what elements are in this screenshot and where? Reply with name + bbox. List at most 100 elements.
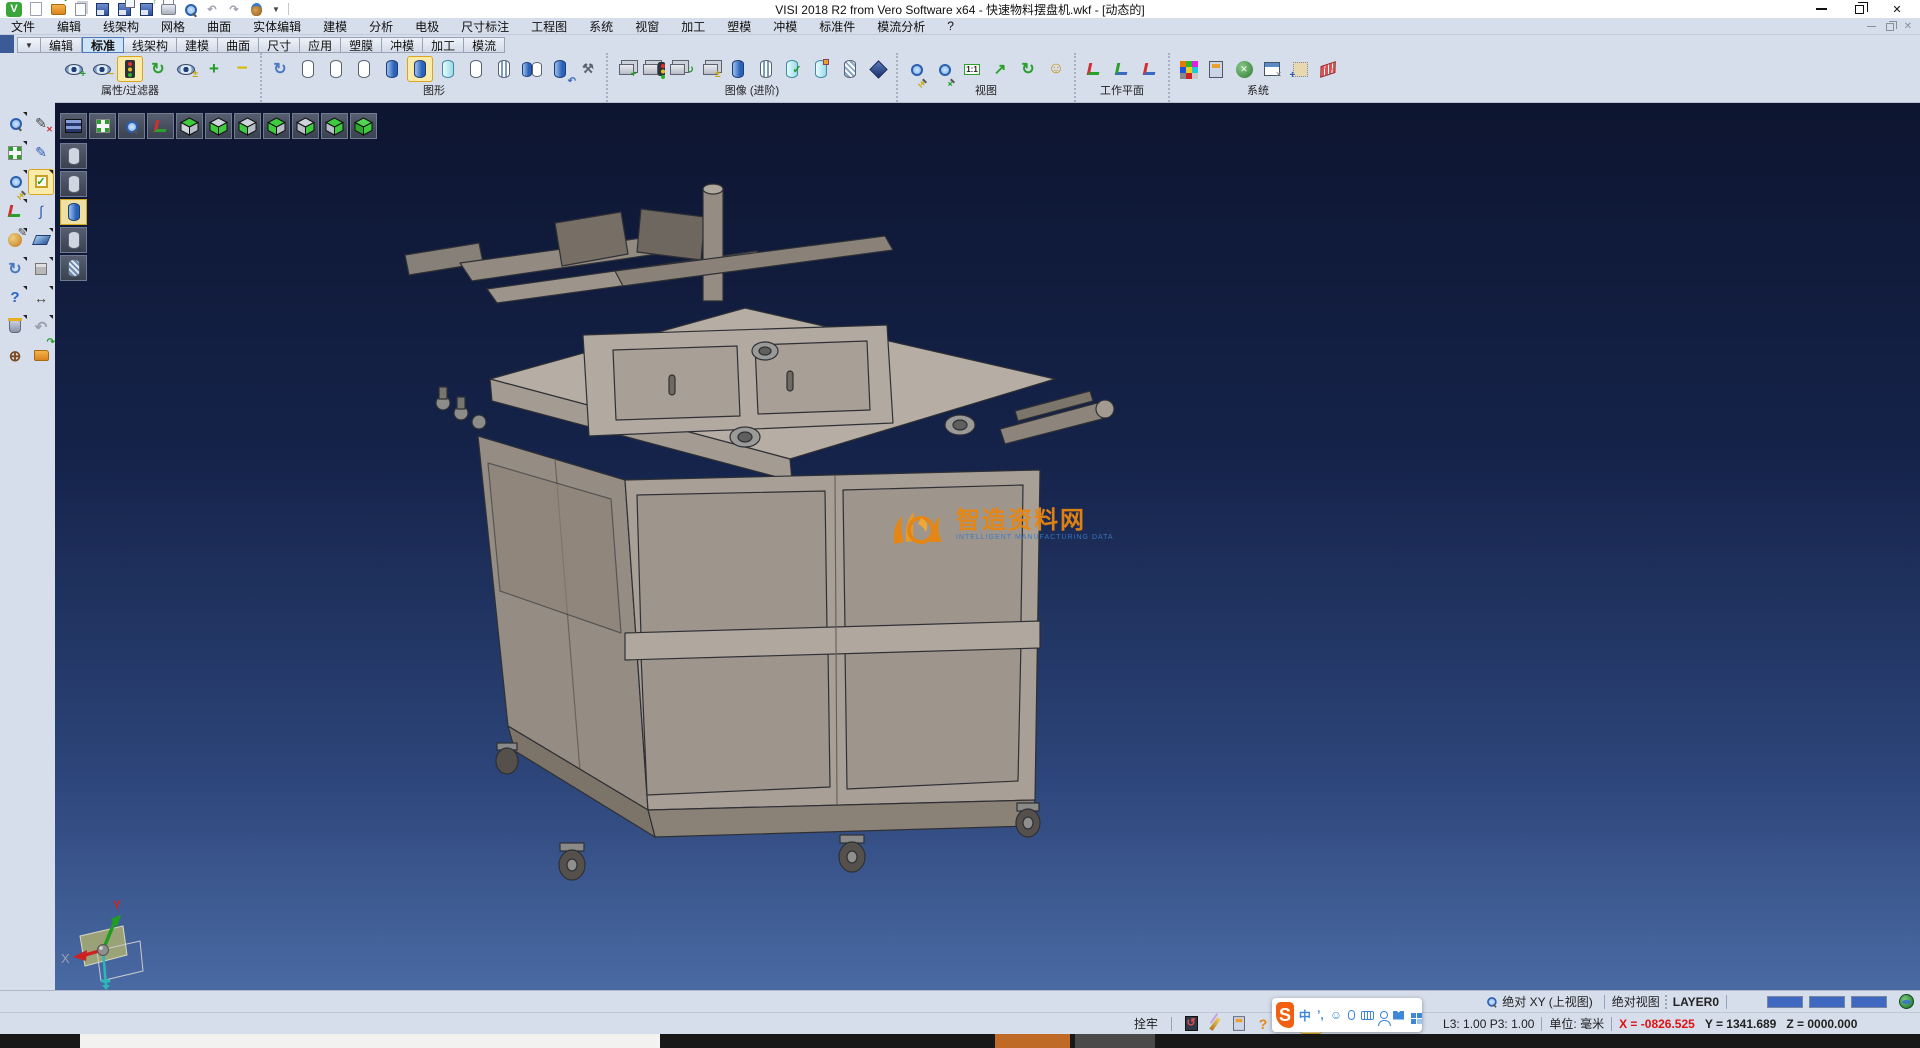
menu-item-die[interactable]: 冲模 [762,18,808,35]
triad-icon[interactable] [147,113,174,139]
tab-application[interactable]: 应用 [300,37,341,53]
workplane-axes-icon[interactable] [1082,57,1106,81]
menu-item-flow-analysis[interactable]: 模流分析 [866,18,936,35]
open-export-icon[interactable] [29,344,53,368]
tab-dimension[interactable]: 尺寸 [259,37,300,53]
cylinder-options-icon[interactable]: ⚒ [576,57,600,81]
close-button[interactable]: ✕ [1878,0,1916,18]
menu-item-system[interactable]: 系统 [578,18,624,35]
cylinder-hatched-icon[interactable] [492,57,516,81]
color-palette-icon[interactable] [1176,57,1200,81]
tab-standard[interactable]: 标准 [82,37,124,53]
view-iso-cube-icon[interactable] [350,113,377,139]
remove-icon[interactable]: − [230,57,254,81]
select-grid-icon[interactable] [1288,57,1312,81]
selection-wand-icon[interactable] [1205,1015,1225,1033]
undo-icon[interactable]: ↶ [204,2,220,17]
zoom-search-icon[interactable] [118,113,145,139]
sogou-logo-icon[interactable]: S [1276,1002,1294,1028]
view-top-cube-icon[interactable] [176,113,203,139]
display-cylinder-3-icon[interactable] [60,227,87,253]
solid-cylinder-shaded-icon[interactable] [726,57,750,81]
zoom-scale-icon[interactable] [3,170,27,194]
taskbar-accent-segment[interactable] [995,1034,1070,1048]
new-document-icon[interactable] [30,2,42,16]
regen-graphics-icon[interactable]: ↻ [268,57,292,81]
view-left-cube-icon[interactable] [292,113,319,139]
help-orange-icon[interactable]: ? [1253,1015,1273,1033]
status-units[interactable]: 单位: 毫米 [1549,1015,1604,1032]
system-tools-icon[interactable]: ✕ [1232,57,1256,81]
menu-item-edit[interactable]: 编辑 [46,18,92,35]
import-pages-icon[interactable] [75,3,86,16]
tab-flow[interactable]: 模流 [464,37,505,53]
menu-item-machining[interactable]: 加工 [670,18,716,35]
eye-add-icon[interactable] [62,57,86,81]
zoom-extents-icon[interactable] [89,113,116,139]
grid-plane-icon[interactable] [1316,57,1340,81]
cylinder-wireframe-icon[interactable] [296,57,320,81]
tab-surface[interactable]: 曲面 [218,37,259,53]
display-list-icon[interactable] [60,113,87,139]
orient-axes-icon[interactable] [3,199,27,223]
skin-button[interactable] [1393,1007,1404,1023]
surface-icon[interactable] [29,228,53,252]
cylinder-transparent-icon[interactable] [436,57,460,81]
taskbar-gray-segment[interactable] [1075,1034,1155,1048]
cylinder-dynamic-icon[interactable] [548,57,572,81]
emoji-button[interactable]: ☺ [1330,1007,1342,1023]
tab-modeling[interactable]: 建模 [177,37,218,53]
menu-item-modeling[interactable]: 建模 [312,18,358,35]
menu-item-mold[interactable]: 塑模 [716,18,762,35]
add-icon[interactable]: + [202,57,226,81]
filter-traffic-light-icon[interactable] [118,57,142,81]
save-as-icon[interactable] [118,3,131,16]
globe-icon[interactable] [1899,994,1914,1009]
display-cylinder-hatched-icon[interactable] [60,255,87,281]
display-cylinder-2-icon[interactable] [60,171,87,197]
cylinder-multi-icon[interactable] [520,57,544,81]
dimension-icon[interactable]: ↔ [29,286,53,310]
calculator-icon[interactable] [1229,1015,1249,1033]
menu-item-drawing[interactable]: 工程图 [520,18,578,35]
capture-icon[interactable] [251,3,262,16]
chinese-mode-button[interactable]: 中 [1299,1007,1311,1023]
solid-cylinder-wire-icon[interactable] [838,57,862,81]
navigate-icon[interactable]: ⊕ [3,344,27,368]
taskbar-window-preview[interactable] [80,1034,660,1048]
view-front-cube-icon[interactable] [234,113,261,139]
status-view-mode[interactable]: 绝对视图 [1612,993,1660,1010]
zoom-1-1-icon[interactable]: 1:1 [960,57,984,81]
zoom-extents-icon[interactable] [3,141,27,165]
view-refresh-icon[interactable]: ↻ [1016,57,1040,81]
restore-button[interactable] [1840,0,1878,18]
tab-overflow-button[interactable]: ▼ [17,37,41,53]
menu-item-electrode[interactable]: 电极 [404,18,450,35]
cylinder-dashed-icon[interactable] [352,57,376,81]
minimize-button[interactable] [1802,0,1840,18]
menu-item-surface[interactable]: 曲面 [196,18,242,35]
print-icon[interactable] [161,4,176,15]
search-zoom-icon[interactable] [3,112,27,136]
confirm-check-icon[interactable]: ✓ [29,170,53,194]
delete-icon[interactable] [3,315,27,339]
3d-viewport[interactable]: 智造资料网 INTELLIGENT MANUFACTURING DATA Y X [55,103,1920,990]
attributes-brush-icon[interactable] [3,228,27,252]
keyboard-button[interactable] [1361,1007,1374,1023]
voice-button[interactable] [1347,1007,1356,1023]
redo-icon[interactable]: ↷ [226,2,242,17]
solids-add-icon[interactable] [614,57,638,81]
display-cylinder-active-icon[interactable] [60,199,87,225]
tab-die[interactable]: 冲模 [382,37,423,53]
solids-toggle-icon[interactable] [698,57,722,81]
print-preview-icon[interactable] [184,3,197,16]
child-restore-button[interactable] [1886,23,1894,31]
tab-edit[interactable]: 编辑 [41,37,82,53]
tab-machining[interactable]: 加工 [423,37,464,53]
workplane-align-icon[interactable] [1110,57,1134,81]
save-icon[interactable] [96,3,109,16]
zoom-in-out-icon[interactable] [904,57,928,81]
solid-icon[interactable] [29,257,53,281]
open-file-icon[interactable] [51,4,66,15]
cylinder-flat-icon[interactable] [464,57,488,81]
